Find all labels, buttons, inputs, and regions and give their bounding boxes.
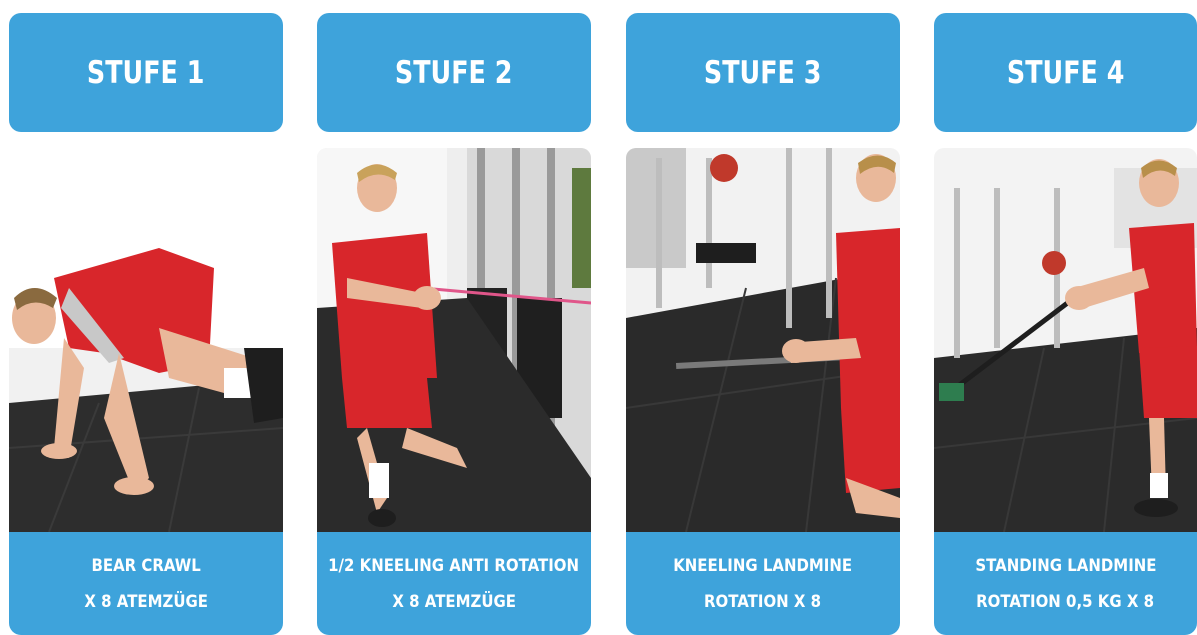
exercise-reps: X 8 ATEMZÜGE [392,591,516,612]
exercise-card-1: STUFE 1 BEAR CRAWL X 8 ATEMZÜGE [9,0,283,635]
exercise-card-2: STUFE 2 1/2 KNEELING ANTI ROTATION X 8 A… [317,0,591,635]
stage-header: STUFE 2 [317,13,591,132]
exercise-description: BEAR CRAWL X 8 ATEMZÜGE [9,532,283,635]
stage-header: STUFE 3 [626,13,900,132]
exercise-card-3: STUFE 3 KNEELING LANDMINE ROTATION X 8 [626,0,900,635]
exercise-reps: ROTATION X 8 [704,591,822,612]
exercise-name: KNEELING LANDMINE [673,555,853,576]
exercise-photo [626,148,900,532]
stage-title: STUFE 3 [704,54,822,91]
exercise-card-4: STUFE 4 STANDING LANDMINE ROTATION 0,5 K… [934,0,1197,635]
exercise-description: KNEELING LANDMINE ROTATION X 8 [626,532,900,635]
stage-header: STUFE 4 [934,13,1197,132]
exercise-name: 1/2 KNEELING ANTI ROTATION [328,555,580,576]
exercise-photo [934,148,1197,532]
exercise-description: STANDING LANDMINE ROTATION 0,5 KG X 8 [934,532,1197,635]
exercise-reps: ROTATION 0,5 KG X 8 [976,591,1155,612]
stage-title: STUFE 1 [87,54,205,91]
exercise-name: STANDING LANDMINE [974,555,1157,576]
stage-header: STUFE 1 [9,13,283,132]
exercise-photo [9,148,283,532]
exercise-photo [317,148,591,532]
exercise-reps: X 8 ATEMZÜGE [84,591,208,612]
stage-title: STUFE 2 [395,54,513,91]
exercise-name: BEAR CRAWL [91,555,201,576]
exercise-description: 1/2 KNEELING ANTI ROTATION X 8 ATEMZÜGE [317,532,591,635]
stage-title: STUFE 4 [1006,54,1125,91]
